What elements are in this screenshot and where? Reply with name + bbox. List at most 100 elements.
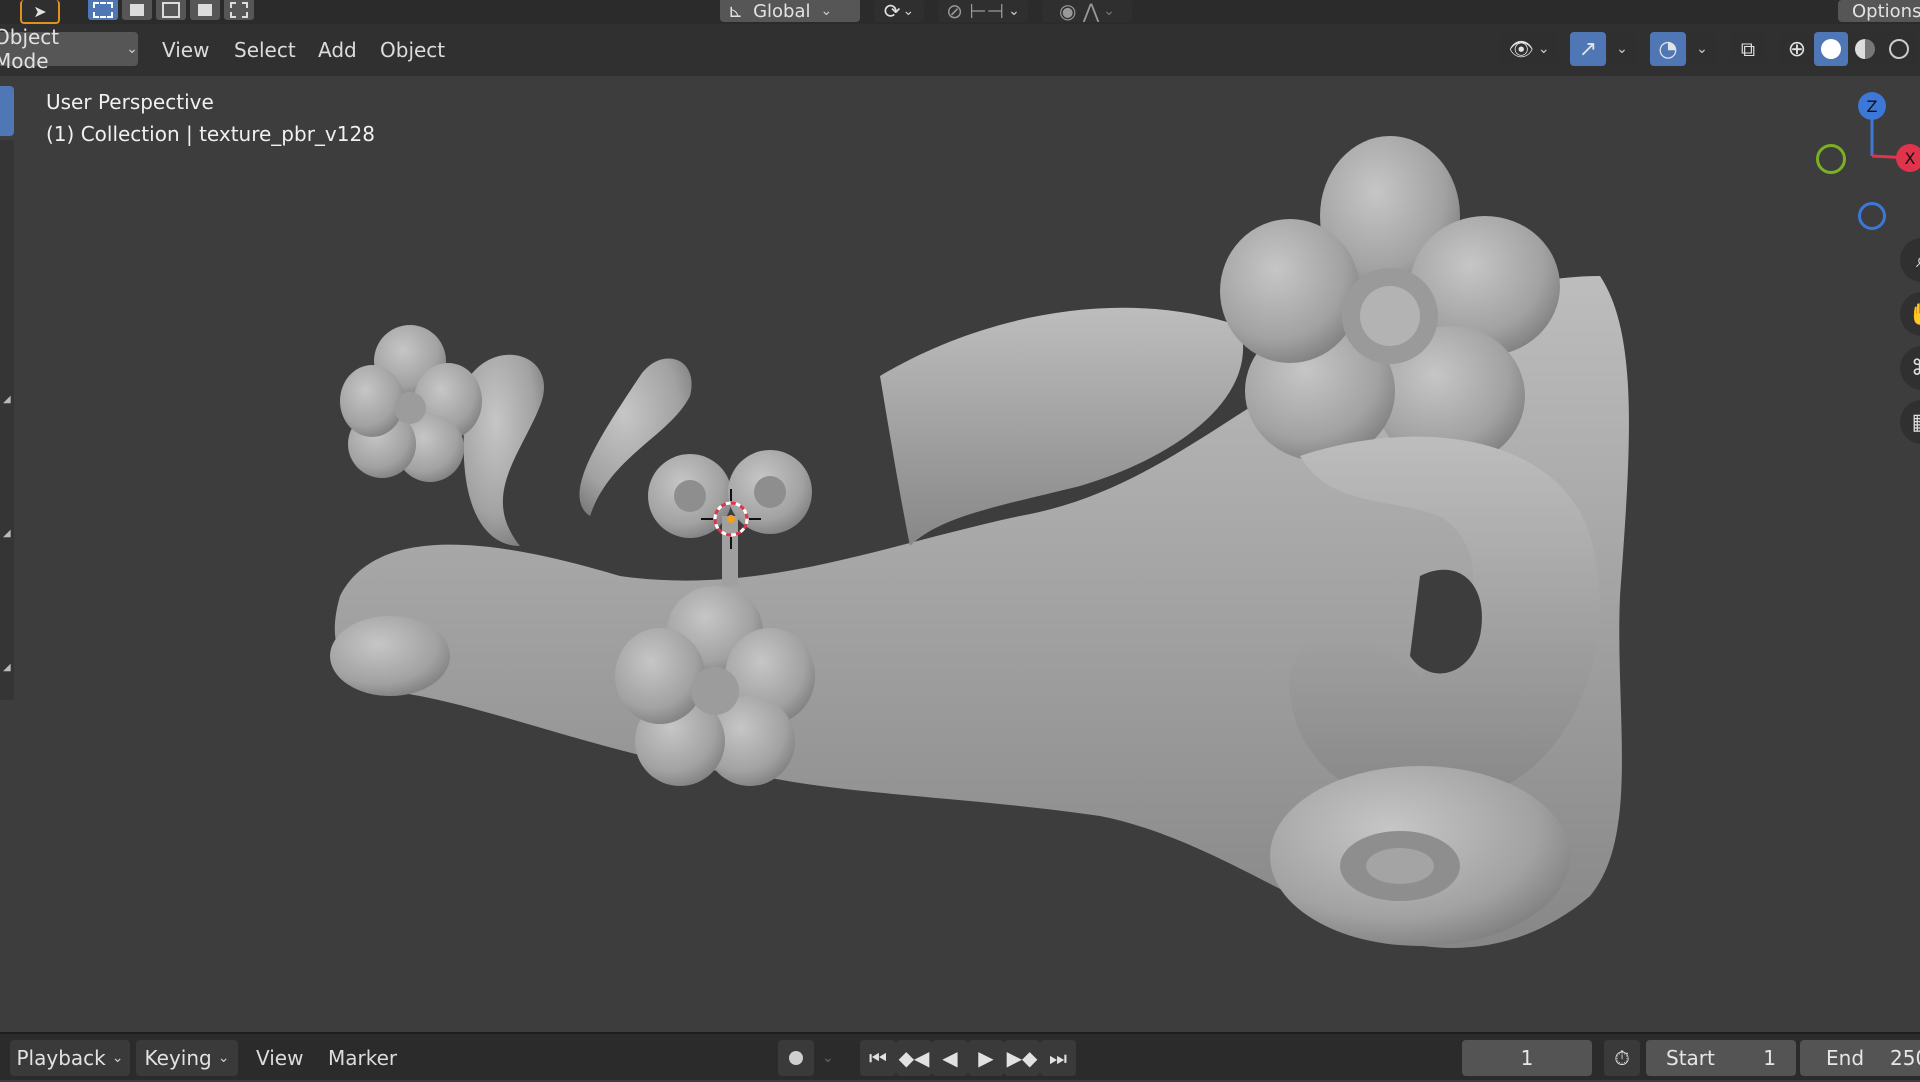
box-select-icon [198,4,212,16]
playback-label: Playback [16,1046,106,1070]
playback-menu[interactable]: Playback ⌄ [10,1040,130,1076]
proportional-edit-icon: ◉ ⋀ [1059,0,1100,23]
stopwatch-icon: ⏱ [1614,1046,1630,1070]
orientation-label: Global [753,0,811,22]
box-select-new-button[interactable] [88,0,118,20]
xray-toggle[interactable]: ⧉ [1730,32,1766,66]
timeline-menu-view[interactable]: View [256,1034,303,1082]
gizmo-toggle[interactable]: ↗ [1570,32,1606,66]
chevron-down-icon: ⌄ [111,1050,124,1066]
xray-icon: ⧉ [1740,37,1756,61]
mode-dropdown[interactable]: Object Mode ⌄ [0,25,138,73]
start-frame-field[interactable]: Start 1 [1646,1040,1796,1076]
stopwatch-button[interactable]: ⏱ [1604,1040,1640,1076]
timeline-bar: Playback ⌄ Keying ⌄ View Marker ⌄ ⏮ ◆◀ ◀ ▶… [0,1032,1920,1080]
overlay-icon: ◔ [1658,36,1678,62]
current-frame-field[interactable]: 1 [1462,1040,1592,1076]
play-reverse-icon: ◀ [942,1046,958,1070]
next-keyframe-icon: ▶◆ [1006,1046,1038,1070]
end-label: End [1826,1046,1865,1070]
sculpt-model[interactable] [0,76,1920,1032]
options-label: Options [1852,0,1920,22]
box-select-icon [230,2,248,18]
box-select-icon [93,2,113,18]
zoom-icon: ⌕ [1916,248,1920,273]
chevron-down-icon: ⌄ [1616,41,1628,57]
model-flower-left [340,325,482,482]
timeline-menu-marker[interactable]: Marker [328,1034,397,1082]
chevron-down-icon: ⌄ [126,41,138,57]
chevron-down-icon: ⌄ [1537,41,1550,57]
navigation-gizmo[interactable]: Z X [1800,76,1920,236]
current-frame-value: 1 [1520,1046,1534,1070]
proportional-edit-toggle[interactable]: ◉ ⋀ ⌄ [1042,0,1132,23]
pivot-point-dropdown[interactable]: ⟳ ⌄ [874,0,924,23]
grid-icon: ▦ [1912,410,1920,435]
gizmo-x-axis[interactable]: X [1896,144,1920,172]
keying-menu[interactable]: Keying ⌄ [136,1040,238,1076]
gizmo-icon: ↗ [1578,36,1598,62]
box-select-intersect-button[interactable] [224,0,254,20]
menu-object[interactable]: Object [380,24,445,76]
gizmo-options-dropdown[interactable]: ⌄ [1608,32,1636,66]
top-toolbar: ➤ ⊾ Global ⌄ ⟳ ⌄ ⊘ ⊢⊣ ⌄ ◉ ⋀ ⌄ Options [0,0,1920,24]
chevron-down-icon[interactable]: ⌄ [822,1034,834,1082]
camera-icon: ⌘ [1911,356,1920,381]
solid-shading-icon [1821,39,1841,59]
box-select-icon [162,2,180,18]
chevron-down-icon: ⌄ [1696,41,1708,57]
record-button[interactable] [778,1040,814,1076]
menu-view[interactable]: View [162,24,209,76]
pan-icon: ✋ [1908,302,1920,327]
rendered-shading-icon [1889,39,1909,59]
play-icon: ▶ [978,1046,994,1070]
pivot-icon: ⟳ [883,0,901,23]
jump-end-button[interactable]: ⏭ [1040,1040,1076,1076]
start-label: Start [1666,1046,1715,1070]
gizmo-y-neg-axis[interactable] [1816,144,1846,174]
wireframe-shading-icon: ⊕ [1787,36,1807,62]
menu-add[interactable]: Add [318,24,357,76]
material-shading-button[interactable] [1848,32,1882,66]
overlay-options-dropdown[interactable]: ⌄ [1688,32,1716,66]
orientation-dropdown[interactable]: ⊾ Global ⌄ [720,0,860,22]
chevron-down-icon: ⌄ [1008,3,1020,19]
viewport-header: Object Mode ⌄ View Select Add Object 👁 ⌄ … [0,24,1920,76]
jump-start-icon: ⏮ [869,1046,887,1070]
jump-end-icon: ⏭ [1049,1046,1067,1070]
snap-icon: ⊘ ⊢⊣ [946,0,1005,23]
box-select-icon [130,4,144,16]
options-dropdown[interactable]: Options [1838,0,1920,22]
chevron-down-icon: ⌄ [1103,3,1115,19]
visibility-icon: 👁 [1508,37,1534,61]
overlay-toggle[interactable]: ◔ [1650,32,1686,66]
prev-keyframe-button[interactable]: ◆◀ [896,1040,932,1076]
chevron-down-icon: ⌄ [820,3,833,19]
box-select-extend-button[interactable] [122,0,152,20]
box-select-invert-button[interactable] [190,0,220,20]
play-button[interactable]: ▶ [968,1040,1004,1076]
model-bud-right [1270,766,1570,946]
select-tool-button[interactable]: ➤ [20,0,60,24]
jump-start-button[interactable]: ⏮ [860,1040,896,1076]
snap-toggle[interactable]: ⊘ ⊢⊣ ⌄ [938,0,1028,23]
chevron-down-icon: ⌄ [902,3,915,19]
record-icon [789,1051,803,1065]
keying-label: Keying [144,1046,212,1070]
select-cursor-icon: ➤ [33,1,47,21]
end-frame-field[interactable]: End 250 [1800,1040,1920,1076]
gizmo-z-axis[interactable]: Z [1858,92,1886,120]
next-keyframe-button[interactable]: ▶◆ [1004,1040,1040,1076]
chevron-down-icon: ⌄ [217,1050,230,1066]
start-value: 1 [1763,1046,1776,1070]
box-select-subtract-button[interactable] [156,0,186,20]
gizmo-z-label: Z [1866,96,1878,116]
play-reverse-button[interactable]: ◀ [932,1040,968,1076]
gizmo-z-neg-axis[interactable] [1858,202,1886,230]
menu-select[interactable]: Select [234,24,296,76]
wireframe-shading-button[interactable]: ⊕ [1780,32,1814,66]
visibility-dropdown[interactable]: 👁 ⌄ [1500,32,1558,66]
rendered-shading-button[interactable] [1882,32,1916,66]
solid-shading-button[interactable] [1814,32,1848,66]
3d-viewport[interactable]: ◢ ◢ ◢ User Perspective (1) Collection | … [0,76,1920,1032]
